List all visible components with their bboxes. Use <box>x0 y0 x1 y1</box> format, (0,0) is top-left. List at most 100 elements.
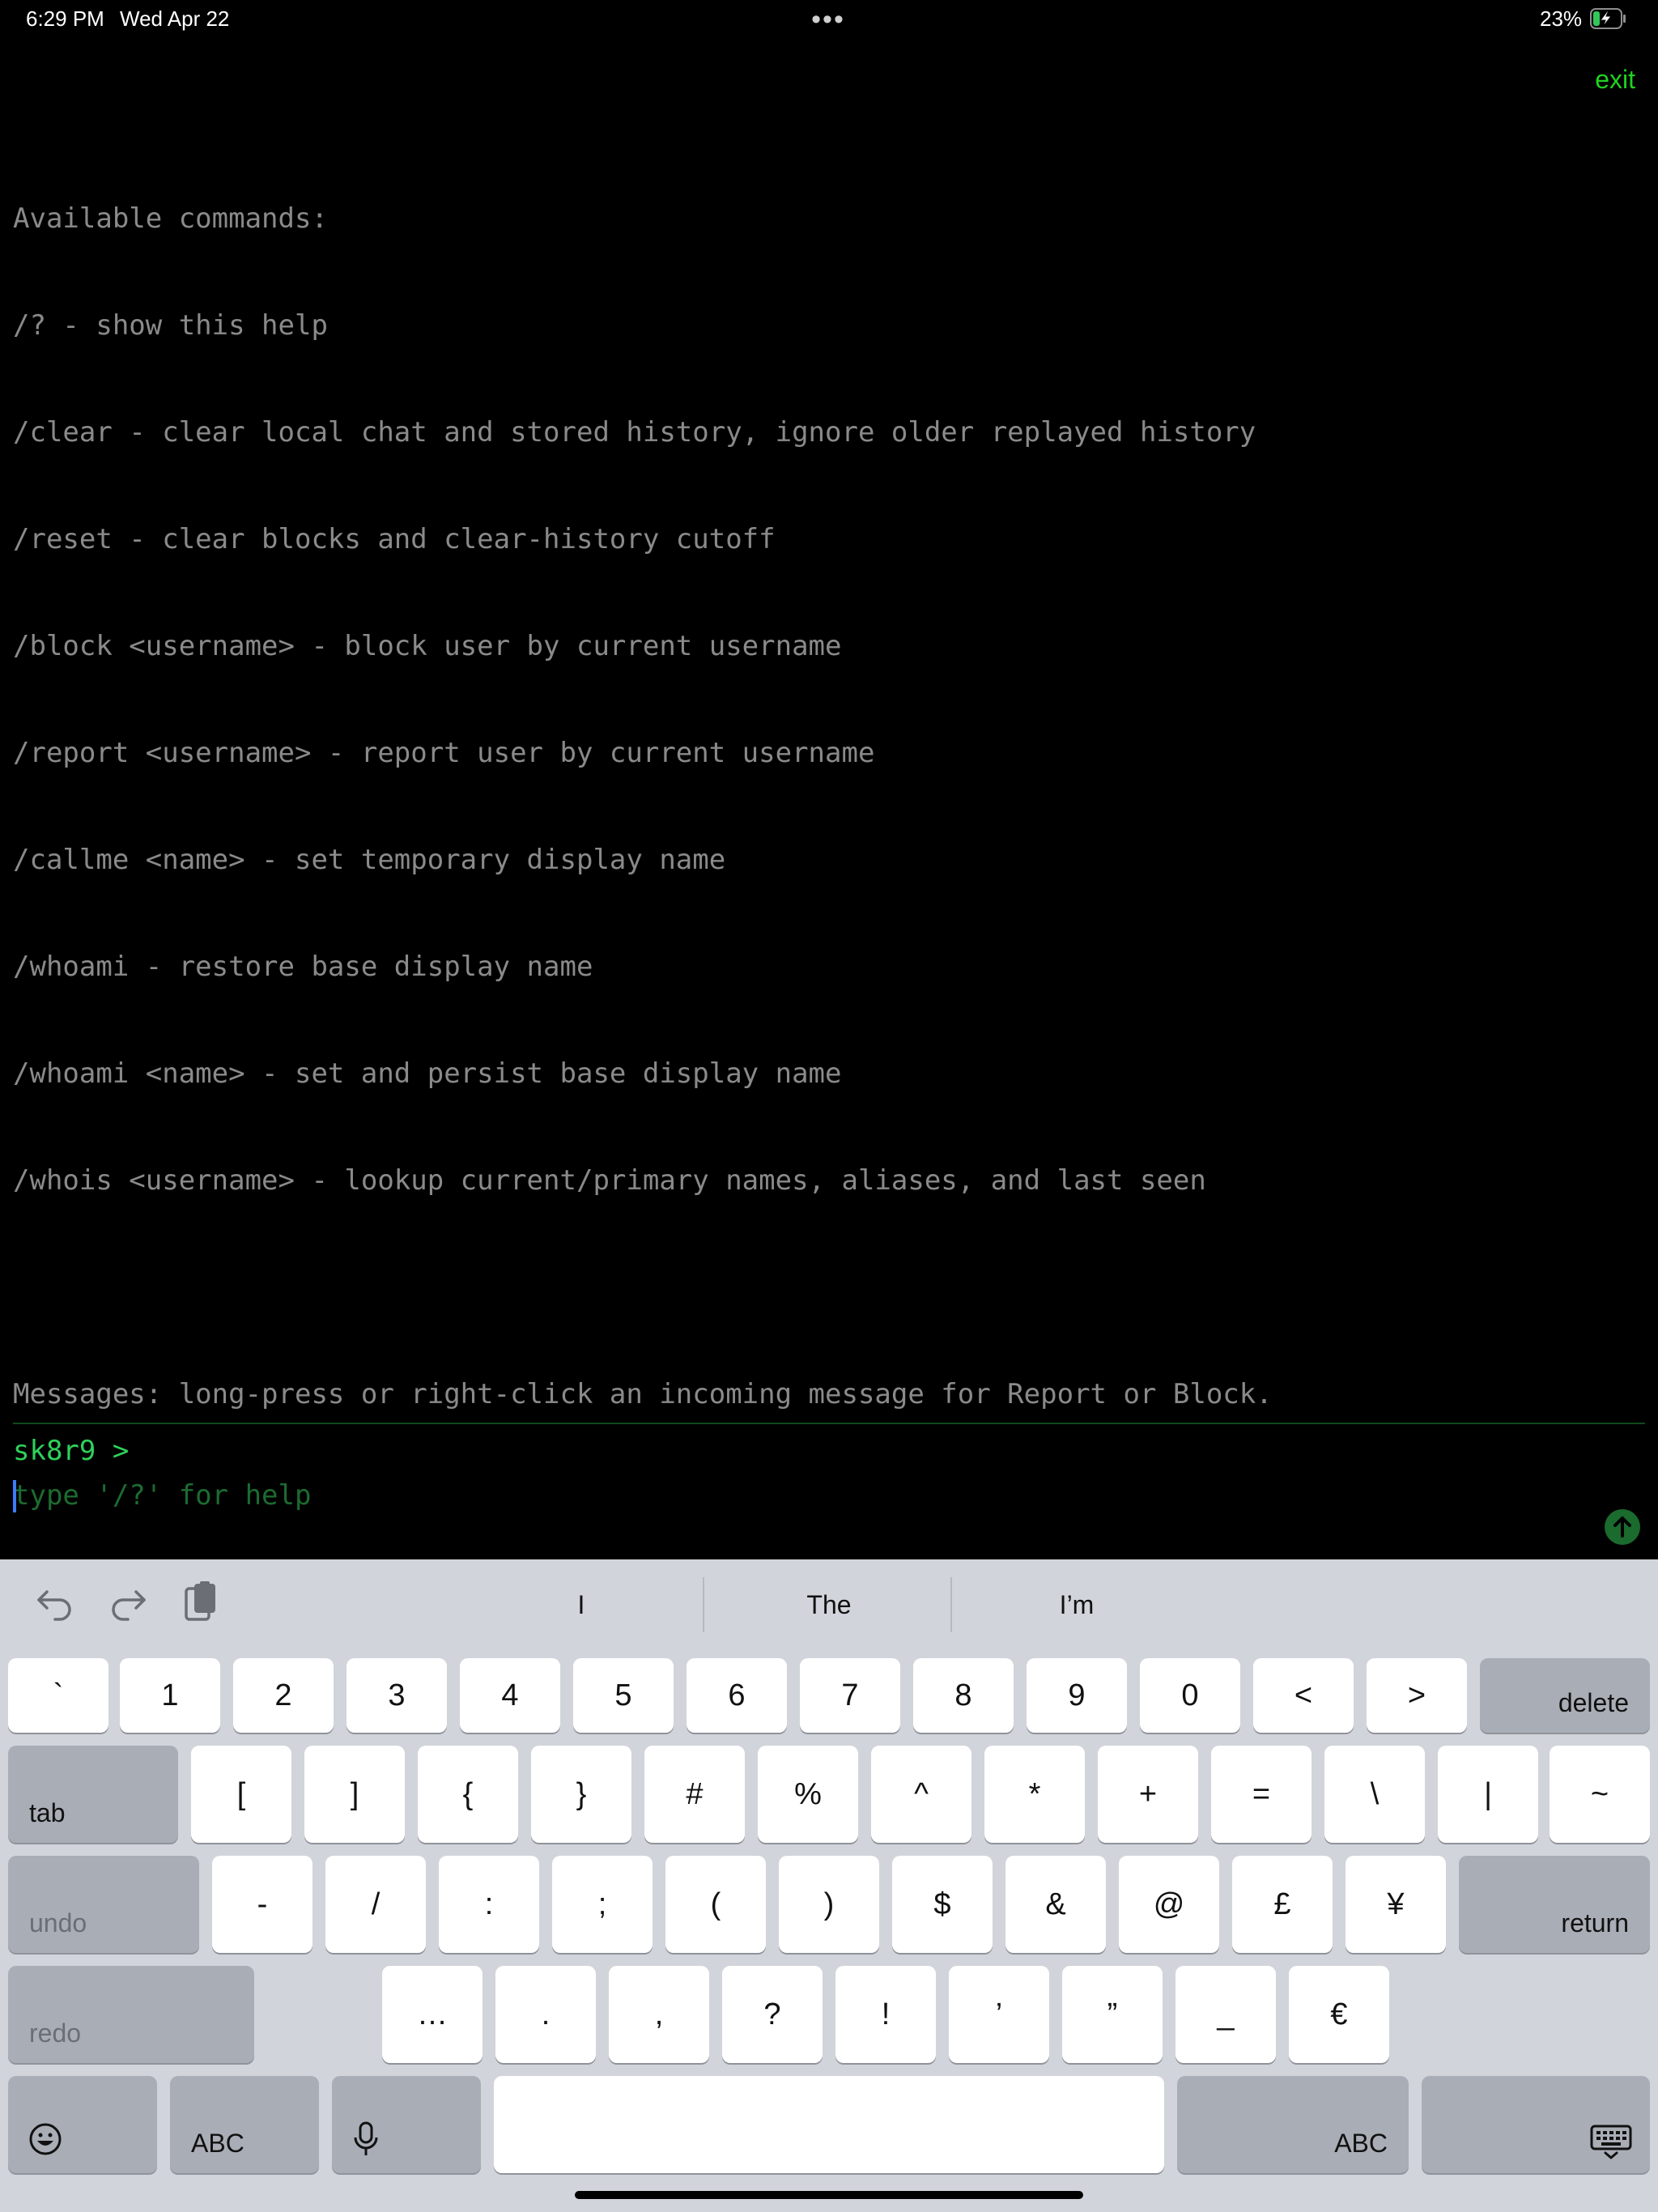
redo-arrow-icon[interactable] <box>104 1580 152 1629</box>
key-colon[interactable]: : <box>439 1856 539 1953</box>
text-caret <box>13 1480 16 1512</box>
key-hash[interactable]: # <box>644 1746 745 1843</box>
tab-key[interactable]: tab <box>8 1746 178 1843</box>
key-5[interactable]: 5 <box>573 1658 674 1733</box>
key-minus[interactable]: - <box>212 1856 312 1953</box>
exit-button[interactable]: exit <box>1579 62 1635 97</box>
output-line: Messages: long-press or right-click an i… <box>13 1378 1273 1410</box>
key-pipe[interactable]: | <box>1438 1746 1538 1843</box>
key-8[interactable]: 8 <box>913 1658 1014 1733</box>
output-line: /? - show this help <box>13 309 328 342</box>
key-less-than[interactable]: < <box>1253 1658 1354 1733</box>
key-2[interactable]: 2 <box>233 1658 334 1733</box>
redo-key-label: redo <box>29 2018 82 2048</box>
dictation-key[interactable] <box>332 2076 481 2173</box>
key-euro[interactable]: € <box>1289 1966 1389 2063</box>
space-key[interactable] <box>494 2076 1164 2173</box>
output-line: /callme <name> - set temporary display n… <box>13 844 726 876</box>
key-dollar[interactable]: $ <box>892 1856 993 1953</box>
battery-percent: 23% <box>1540 6 1583 31</box>
key-ampersand[interactable]: & <box>1005 1856 1106 1953</box>
suggestion-separator <box>703 1577 704 1632</box>
key-period[interactable]: . <box>495 1966 596 2063</box>
output-line: /whoami - restore base display name <box>13 951 593 983</box>
key-apostrophe[interactable]: ’ <box>949 1966 1049 2063</box>
undo-key[interactable]: undo <box>8 1856 199 1953</box>
suggestion-item[interactable]: I’m <box>996 1580 1158 1629</box>
suggestion-item[interactable]: The <box>748 1580 910 1629</box>
battery-charging-icon <box>1590 8 1626 29</box>
key-caret[interactable]: ^ <box>871 1746 971 1843</box>
abc-key-label: ABC <box>191 2129 244 2158</box>
key-plus[interactable]: + <box>1098 1746 1198 1843</box>
command-input[interactable] <box>13 1477 1584 1514</box>
key-9[interactable]: 9 <box>1027 1658 1127 1733</box>
return-key-label: return <box>1561 1908 1629 1938</box>
suggestion-separator <box>950 1577 952 1632</box>
home-indicator[interactable] <box>575 2191 1083 2199</box>
terminal-output: Available commands: /? - show this help … <box>13 130 1632 1448</box>
suggestion-item[interactable]: I <box>500 1580 662 1629</box>
multitasking-dots-icon[interactable]: ••• <box>808 5 848 34</box>
key-question[interactable]: ? <box>722 1966 823 2063</box>
delete-key[interactable]: delete <box>1480 1658 1650 1733</box>
output-line: /report <username> - report user by curr… <box>13 737 875 769</box>
key-at[interactable]: @ <box>1119 1856 1219 1953</box>
output-blank-line <box>13 1270 1632 1305</box>
key-tilde[interactable]: ~ <box>1550 1746 1650 1843</box>
status-bar: 6:29 PM Wed Apr 22 ••• 23% <box>0 0 1658 39</box>
undo-arrow-icon[interactable] <box>31 1580 79 1629</box>
key-equals[interactable]: = <box>1211 1746 1312 1843</box>
delete-key-label: delete <box>1558 1688 1629 1717</box>
output-line: /whoami <name> - set and persist base di… <box>13 1057 842 1090</box>
key-semicolon[interactable]: ; <box>552 1856 653 1953</box>
key-yen[interactable]: ¥ <box>1346 1856 1446 1953</box>
keyboard-dismiss-icon <box>1590 2125 1632 2159</box>
key-open-paren[interactable]: ( <box>665 1856 766 1953</box>
key-pound[interactable]: £ <box>1232 1856 1333 1953</box>
key-close-bracket[interactable]: ] <box>304 1746 405 1843</box>
output-line: /clear - clear local chat and stored his… <box>13 416 1256 449</box>
status-date: Wed Apr 22 <box>120 6 230 31</box>
send-button[interactable] <box>1605 1509 1640 1545</box>
microphone-icon <box>354 2121 378 2155</box>
key-comma[interactable]: , <box>609 1966 709 2063</box>
tab-key-label: tab <box>29 1798 66 1827</box>
key-slash[interactable]: / <box>325 1856 426 1953</box>
output-line: Available commands: <box>13 202 328 235</box>
key-backtick[interactable]: ` <box>8 1658 108 1733</box>
input-divider <box>13 1423 1645 1424</box>
paste-clipboard-icon[interactable] <box>178 1579 227 1627</box>
arrow-up-icon <box>1613 1516 1631 1538</box>
key-0[interactable]: 0 <box>1140 1658 1240 1733</box>
return-key[interactable]: return <box>1459 1856 1650 1953</box>
dismiss-keyboard-key[interactable] <box>1422 2076 1650 2173</box>
redo-key[interactable]: redo <box>8 1966 254 2063</box>
key-close-brace[interactable]: } <box>531 1746 631 1843</box>
prompt-label: sk8r9 > <box>13 1435 130 1467</box>
key-backslash[interactable]: \ <box>1324 1746 1425 1843</box>
key-open-brace[interactable]: { <box>418 1746 518 1843</box>
output-line: /whois <username> - lookup current/prima… <box>13 1164 1206 1197</box>
key-4[interactable]: 4 <box>460 1658 560 1733</box>
key-1[interactable]: 1 <box>120 1658 220 1733</box>
key-asterisk[interactable]: * <box>984 1746 1085 1843</box>
key-3[interactable]: 3 <box>346 1658 447 1733</box>
key-7[interactable]: 7 <box>800 1658 900 1733</box>
key-greater-than[interactable]: > <box>1367 1658 1467 1733</box>
key-6[interactable]: 6 <box>687 1658 787 1733</box>
emoji-key[interactable] <box>8 2076 157 2173</box>
key-ellipsis[interactable]: … <box>382 1966 483 2063</box>
key-close-paren[interactable]: ) <box>779 1856 879 1953</box>
key-open-bracket[interactable]: [ <box>191 1746 291 1843</box>
emoji-icon <box>29 2123 62 2155</box>
undo-key-label: undo <box>29 1908 87 1938</box>
key-double-quote[interactable]: ” <box>1062 1966 1163 2063</box>
key-exclamation[interactable]: ! <box>835 1966 936 2063</box>
key-percent[interactable]: % <box>758 1746 858 1843</box>
output-line: /reset - clear blocks and clear-history … <box>13 523 776 555</box>
status-time: 6:29 PM <box>26 6 104 31</box>
abc-key-left[interactable]: ABC <box>170 2076 319 2173</box>
key-underscore[interactable]: _ <box>1175 1966 1276 2063</box>
abc-key-right[interactable]: ABC <box>1177 2076 1409 2173</box>
